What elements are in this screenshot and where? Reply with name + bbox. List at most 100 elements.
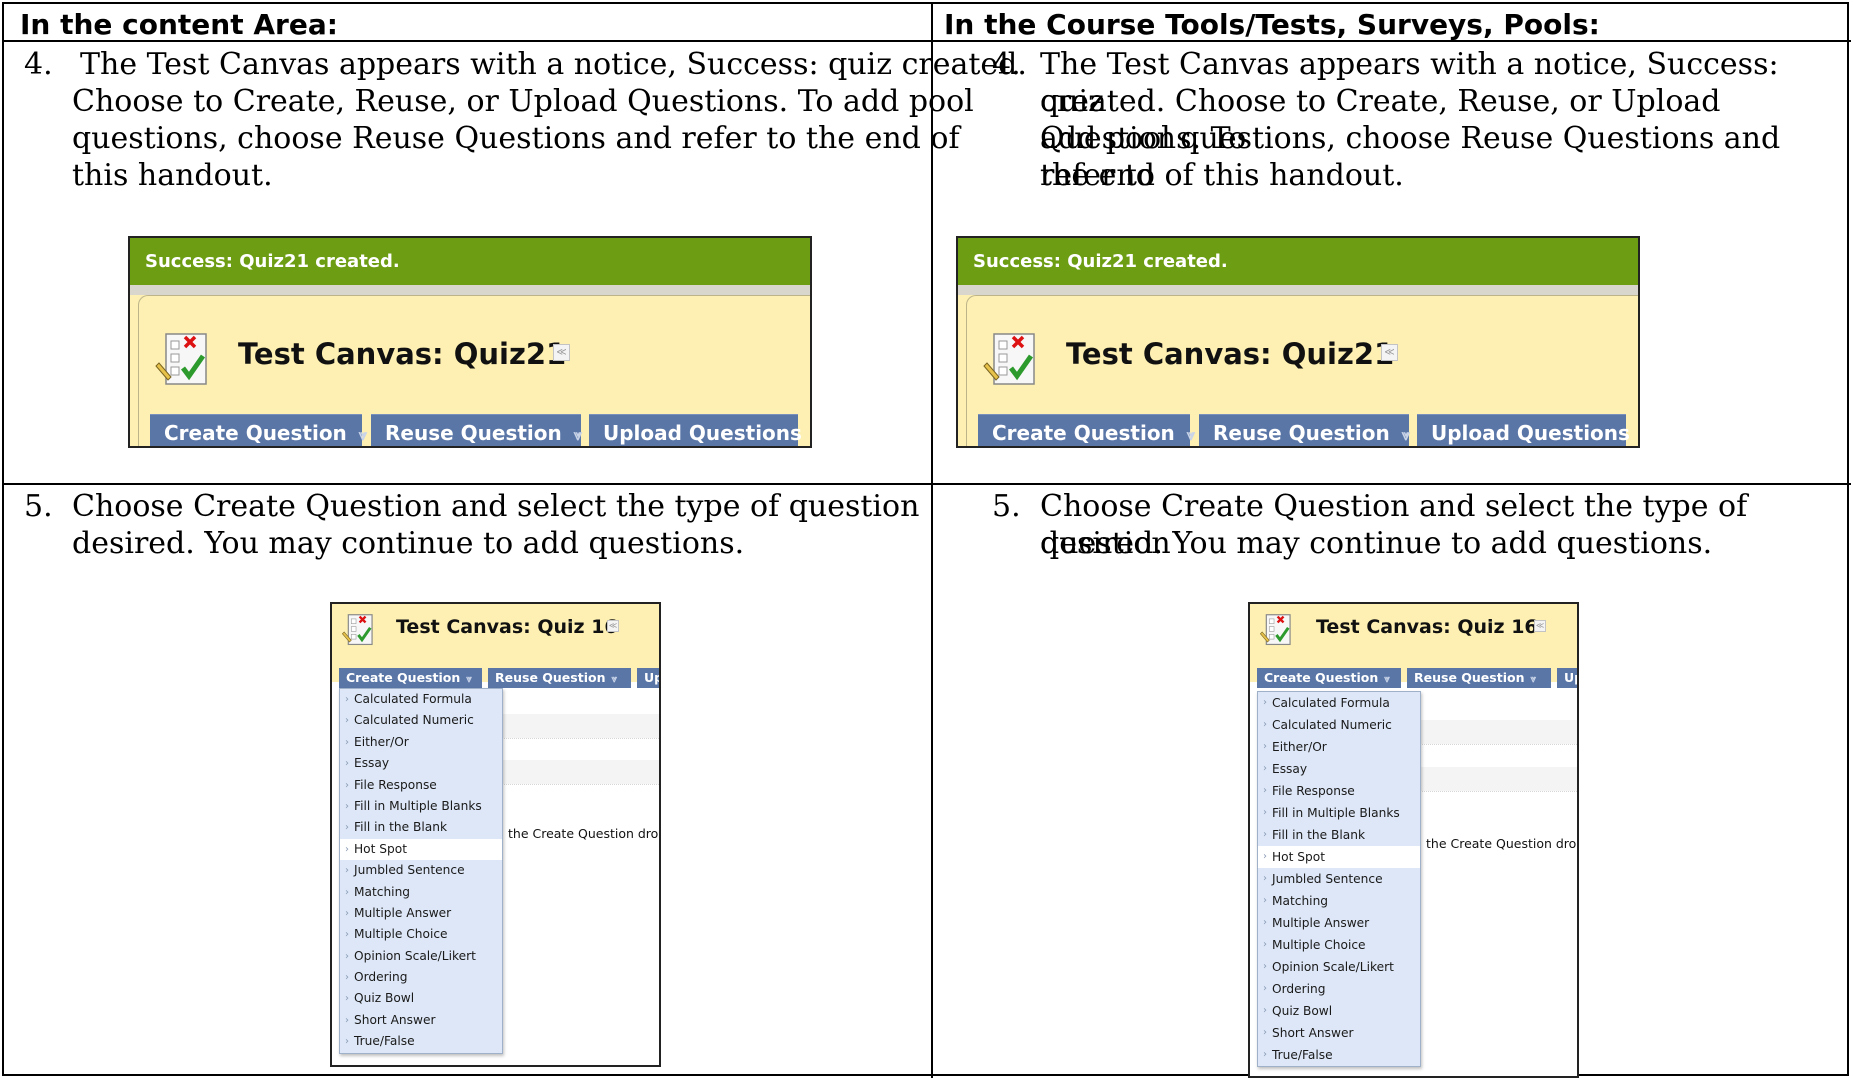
test-checklist-icon <box>155 333 207 385</box>
reuse-question-button[interactable]: Reuse Question ⩔ <box>371 414 583 446</box>
create-question-button[interactable]: Create Question ⩔ <box>978 414 1195 446</box>
menu-item-calculated-formula[interactable]: › Calculated Formula <box>1258 692 1420 714</box>
chevron-right-icon: › <box>345 800 349 812</box>
menu-item-jumbled-sentence[interactable]: › Jumbled Sentence <box>1258 868 1420 890</box>
menu-item-multiple-choice[interactable]: › Multiple Choice <box>1258 934 1420 956</box>
test-canvas-screenshot: Success: Quiz21 created. Test Canvas: Qu… <box>956 236 1640 448</box>
chevron-down-icon[interactable]: ≪ <box>1381 344 1398 361</box>
upload-questions-button[interactable]: Upl <box>637 668 659 688</box>
menu-item-true-false[interactable]: › True/False <box>1258 1044 1420 1066</box>
chevron-right-icon: › <box>345 1036 349 1048</box>
button-label: Create Question <box>164 421 347 445</box>
step-4-text-line: Choose to Create, Reuse, or Upload Quest… <box>72 84 974 119</box>
create-question-dropdown-screenshot: Test Canvas: Quiz 16 ≪ Create Question ⩔ … <box>330 602 661 1067</box>
menu-item-true-false[interactable]: › True/False <box>340 1031 502 1052</box>
menu-item-essay[interactable]: › Essay <box>1258 758 1420 780</box>
menu-item-multiple-answer[interactable]: › Multiple Answer <box>340 903 502 924</box>
step-4-number: 4. <box>24 47 53 82</box>
menu-item-label: Opinion Scale/Likert <box>1272 960 1394 974</box>
chevron-right-icon: › <box>345 758 349 770</box>
menu-item-label: Multiple Choice <box>354 927 448 942</box>
chevron-right-icon: › <box>1263 917 1267 928</box>
menu-item-opinion-scale-likert[interactable]: › Opinion Scale/Likert <box>340 946 502 967</box>
menu-item-fill-in-multiple-blanks[interactable]: › Fill in Multiple Blanks <box>340 796 502 817</box>
menu-item-file-response[interactable]: › File Response <box>340 775 502 796</box>
chevron-right-icon: › <box>345 843 349 855</box>
create-question-button[interactable]: Create Question ⩔ <box>1257 668 1401 688</box>
create-question-dropdown-screenshot: Test Canvas: Quiz 16 ≪ Create Question ⩔ … <box>1248 602 1579 1078</box>
menu-item-label: Hot Spot <box>1272 850 1325 864</box>
menu-item-short-answer[interactable]: › Short Answer <box>340 1010 502 1031</box>
reuse-question-button[interactable]: Reuse Question ⩔ <box>1199 414 1410 446</box>
menu-item-label: Essay <box>1272 762 1308 776</box>
menu-item-ordering[interactable]: › Ordering <box>1258 978 1420 1000</box>
chevron-down-icon: ⩔ <box>1186 426 1196 444</box>
menu-item-jumbled-sentence[interactable]: › Jumbled Sentence <box>340 860 502 881</box>
step-4-text-line: questions, choose Reuse Questions and re… <box>72 121 960 156</box>
chevron-right-icon: › <box>1263 807 1267 818</box>
canvas-title: Test Canvas: Quiz 16 <box>396 616 618 638</box>
chevron-right-icon: › <box>1263 961 1267 972</box>
menu-item-label: Fill in the Blank <box>354 820 448 835</box>
menu-item-hot-spot[interactable]: › Hot Spot <box>1258 846 1420 868</box>
test-checklist-icon <box>983 333 1035 385</box>
menu-item-either-or[interactable]: › Either/Or <box>340 732 502 753</box>
menu-item-label: Hot Spot <box>354 841 407 856</box>
menu-item-quiz-bowl[interactable]: › Quiz Bowl <box>340 988 502 1009</box>
menu-item-calculated-formula[interactable]: › Calculated Formula <box>340 689 502 710</box>
menu-item-essay[interactable]: › Essay <box>340 753 502 774</box>
step-row-divider <box>4 483 1851 485</box>
test-checklist-icon <box>1259 614 1291 646</box>
row-divider <box>1410 744 1577 745</box>
notice-separator <box>958 285 1638 295</box>
content-row <box>492 760 659 784</box>
create-question-button[interactable]: Create Question ⩔ <box>339 668 482 688</box>
menu-item-fill-in-the-blank[interactable]: › Fill in the Blank <box>1258 824 1420 846</box>
chevron-right-icon: › <box>345 972 349 984</box>
menu-item-file-response[interactable]: › File Response <box>1258 780 1420 802</box>
menu-item-short-answer[interactable]: › Short Answer <box>1258 1022 1420 1044</box>
step-4-text-line: this handout. <box>72 158 273 193</box>
chevron-right-icon: › <box>345 929 349 941</box>
chevron-down-icon: ⩔ <box>466 674 472 685</box>
chevron-down-icon[interactable]: ≪ <box>1534 620 1546 632</box>
menu-item-label: Multiple Choice <box>1272 938 1366 952</box>
question-type-menu: › Calculated Formula › Calculated Numeric › E… <box>339 688 503 1054</box>
menu-item-opinion-scale-likert[interactable]: › Opinion Scale/Likert <box>1258 956 1420 978</box>
success-notice: Success: Quiz21 created. <box>130 238 810 285</box>
menu-item-calculated-numeric[interactable]: › Calculated Numeric <box>1258 714 1420 736</box>
menu-item-fill-in-the-blank[interactable]: › Fill in the Blank <box>340 817 502 838</box>
menu-item-matching[interactable]: › Matching <box>340 882 502 903</box>
upload-questions-button[interactable]: Upload Questions <box>589 414 802 446</box>
create-question-button[interactable]: Create Question ⩔ <box>150 414 367 446</box>
row-divider <box>1410 791 1577 792</box>
chevron-right-icon: › <box>345 694 349 705</box>
chevron-right-icon: › <box>345 715 349 727</box>
menu-item-either-or[interactable]: › Either/Or <box>1258 736 1420 758</box>
chevron-down-icon[interactable]: ≪ <box>553 344 570 361</box>
menu-item-multiple-choice[interactable]: › Multiple Choice <box>340 924 502 945</box>
menu-item-matching[interactable]: › Matching <box>1258 890 1420 912</box>
chevron-down-icon: ⩔ <box>573 426 583 444</box>
chevron-right-icon: › <box>1263 1027 1267 1038</box>
reuse-question-button[interactable]: Reuse Question ⩔ <box>488 668 631 688</box>
reuse-question-button[interactable]: Reuse Question ⩔ <box>1407 668 1551 688</box>
canvas-title: Test Canvas: Quiz21 <box>1066 337 1395 371</box>
chevron-right-icon: › <box>1263 939 1267 950</box>
menu-item-hot-spot[interactable]: › Hot Spot <box>340 838 502 861</box>
menu-item-calculated-numeric[interactable]: › Calculated Numeric <box>340 710 502 731</box>
instruction-hint: the Create Question drop <box>1426 836 1579 851</box>
menu-item-quiz-bowl[interactable]: › Quiz Bowl <box>1258 1000 1420 1022</box>
chevron-down-icon[interactable]: ≪ <box>607 620 619 632</box>
upload-questions-button[interactable]: Upl <box>1557 668 1577 688</box>
menu-item-label: Short Answer <box>354 1012 436 1027</box>
menu-item-fill-in-multiple-blanks[interactable]: › Fill in Multiple Blanks <box>1258 802 1420 824</box>
menu-item-label: Ordering <box>354 970 408 985</box>
menu-item-multiple-answer[interactable]: › Multiple Answer <box>1258 912 1420 934</box>
chevron-right-icon: › <box>1263 851 1267 862</box>
button-label: Reuse Question <box>1414 670 1525 685</box>
chevron-right-icon: › <box>1263 829 1267 840</box>
menu-item-ordering[interactable]: › Ordering <box>340 967 502 988</box>
button-label: Reuse Question <box>1213 421 1390 445</box>
upload-questions-button[interactable]: Upload Questions <box>1417 414 1630 446</box>
